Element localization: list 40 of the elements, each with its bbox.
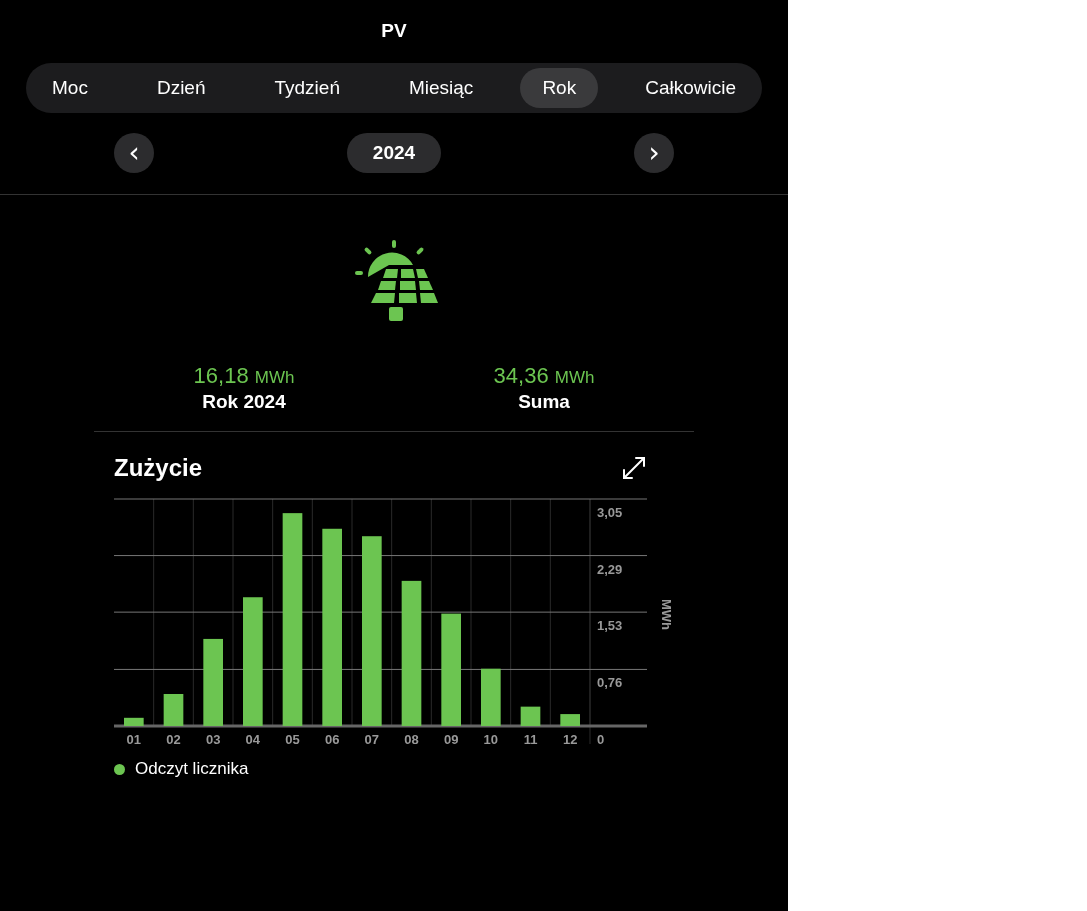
y-axis-label: 0,76: [597, 675, 623, 691]
x-axis-label: 02: [166, 732, 181, 747]
chart-title: Zużycie: [114, 454, 203, 482]
period-tab[interactable]: Moc: [30, 68, 110, 108]
chart-bar: [163, 694, 184, 726]
stat-label: Suma: [517, 391, 571, 413]
chart-bar: [560, 714, 580, 726]
period-tab[interactable]: Całkowicie: [623, 68, 758, 108]
period-tab[interactable]: Tydzień: [252, 68, 362, 108]
chart-bar: [124, 717, 144, 726]
x-axis-label: 04: [245, 732, 261, 747]
x-axis-label: 11: [523, 732, 538, 747]
y-axis-label: 3,05: [597, 505, 623, 520]
expand-icon[interactable]: [621, 455, 647, 481]
page-title: PV: [381, 20, 407, 42]
x-axis-label: 08: [404, 732, 419, 747]
stat-label: Rok 2024: [201, 391, 287, 413]
y-axis-title: MWh: [659, 599, 674, 631]
period-tab[interactable]: Rok: [520, 68, 599, 108]
x-axis-label: 03: [205, 732, 221, 747]
period-tab[interactable]: Dzień: [134, 68, 228, 108]
legend-label: Odczyt licznika: [135, 759, 249, 779]
chart-bar: [481, 668, 501, 726]
y-axis-label: 0: [597, 732, 605, 747]
x-axis-label: 01: [126, 732, 142, 747]
chart-bar: [520, 706, 541, 726]
stat-value: 16,18 MWh: [192, 363, 296, 389]
previous-button[interactable]: ‹: [114, 133, 154, 173]
stat-value: 34,36 MWh: [492, 363, 596, 389]
period-value[interactable]: 2024: [346, 133, 442, 173]
x-axis-label: 12: [562, 732, 578, 747]
x-axis-label: 06: [324, 732, 340, 747]
x-axis-label: 10: [483, 732, 499, 747]
x-axis-label: 07: [364, 732, 380, 747]
x-axis-label: 05: [285, 732, 300, 747]
period-tab[interactable]: Miesiąc: [386, 68, 496, 108]
y-axis-label: 2,29: [597, 561, 623, 577]
next-button[interactable]: ›: [634, 133, 674, 173]
y-axis-label: 1,53: [597, 618, 623, 634]
x-axis-label: 09: [443, 732, 459, 747]
